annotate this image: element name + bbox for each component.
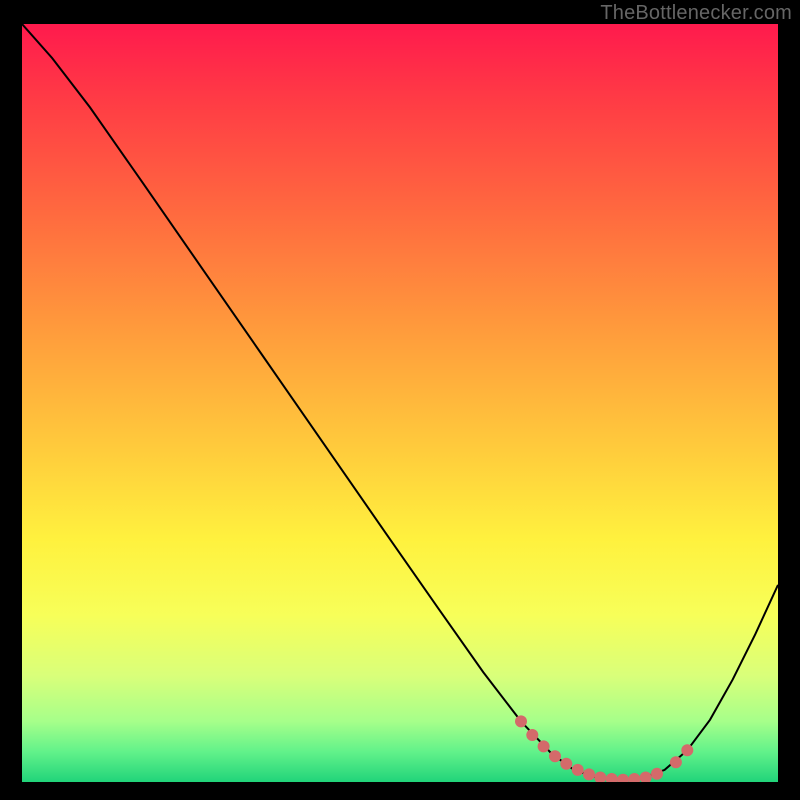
plot-area xyxy=(22,24,778,782)
optimal-dot xyxy=(583,768,595,780)
optimal-dot xyxy=(681,744,693,756)
gradient-background xyxy=(22,24,778,782)
chart-stage: TheBottlenecker.com xyxy=(0,0,800,800)
optimal-dot xyxy=(572,764,584,776)
optimal-dot xyxy=(549,750,561,762)
optimal-dot xyxy=(515,715,527,727)
optimal-dot xyxy=(526,729,538,741)
optimal-dot xyxy=(651,768,663,780)
watermark-text: TheBottlenecker.com xyxy=(600,2,792,25)
bottleneck-chart xyxy=(22,24,778,782)
optimal-dot xyxy=(670,756,682,768)
optimal-dot xyxy=(560,758,572,770)
optimal-dot xyxy=(538,740,550,752)
